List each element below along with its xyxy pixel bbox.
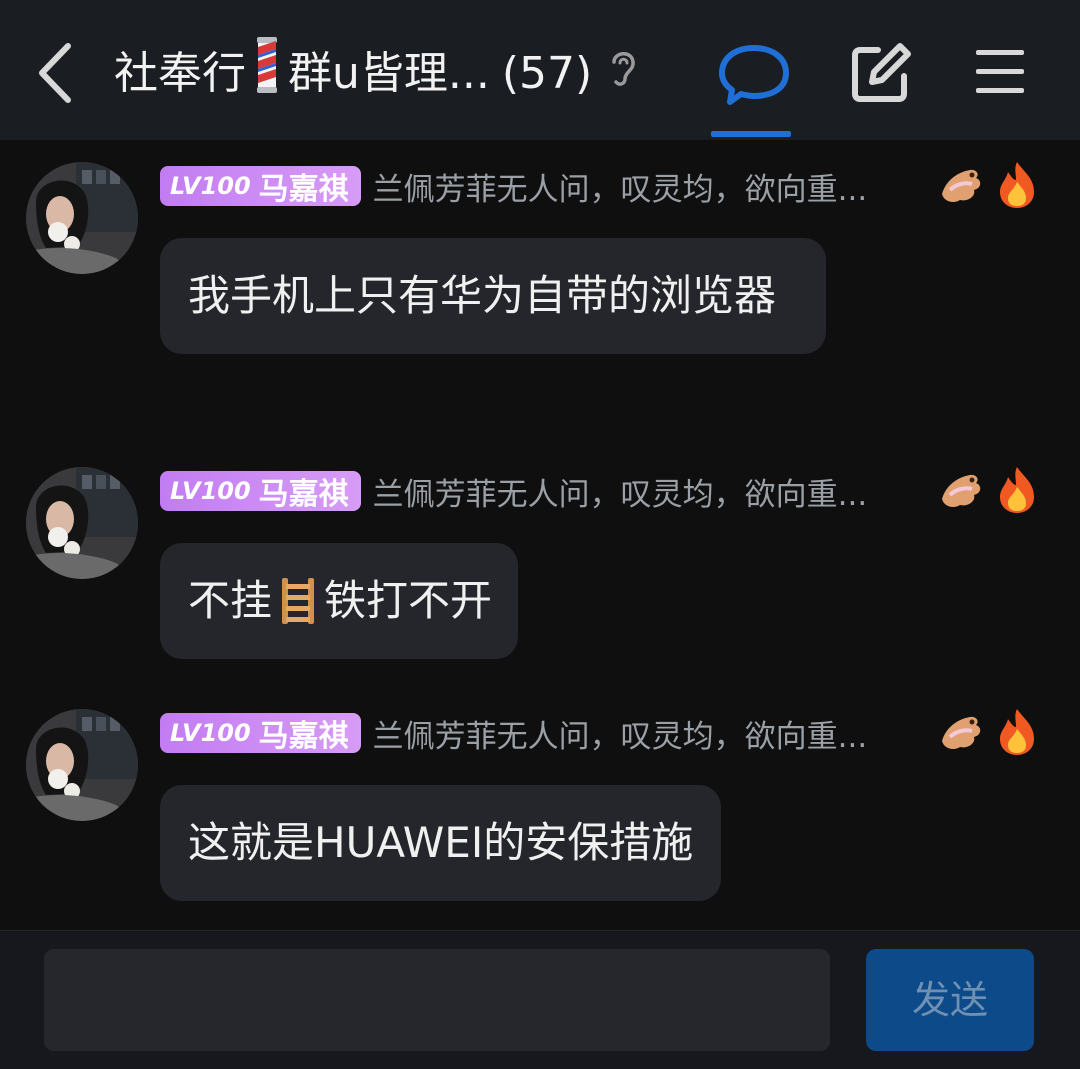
message-bubble[interactable]: 我手机上只有华为自带的浏览器 <box>160 238 826 354</box>
level-badge[interactable]: LV100 马嘉祺 <box>160 166 361 207</box>
title-suffix: 群u皆理... <box>288 48 490 99</box>
level-badge[interactable]: LV100 马嘉祺 <box>160 713 361 754</box>
sender-signature: 兰佩芳菲无人问，叹灵均，欲向重... <box>372 476 868 513</box>
message-bubble[interactable]: 这就是HUAWEI的安保措施 <box>160 785 722 901</box>
sender-name: 马嘉祺 <box>258 477 349 512</box>
active-tab-indicator <box>711 131 791 137</box>
badge-level: LV100 <box>170 477 251 505</box>
message-text-end: 铁打不开 <box>324 576 493 625</box>
top-bar: 社奉行 群u皆理... (57) <box>0 0 1080 140</box>
sender-info: LV100 马嘉祺 兰佩芳菲无人问，叹灵均，欲向重... <box>160 471 908 513</box>
back-button[interactable] <box>30 38 90 108</box>
chevron-left-icon <box>39 43 71 103</box>
avatar[interactable] <box>26 709 138 821</box>
fire-icon <box>994 160 1040 214</box>
message-text: 我手机上只有华为自带的浏览器 <box>188 271 777 320</box>
message-list[interactable]: LV100 马嘉祺 兰佩芳菲无人问，叹灵均，欲向重... 我手机上只有华为自带的… <box>0 140 1080 930</box>
message-bubble[interactable]: 不挂 铁打不开 <box>160 543 519 659</box>
level-badge[interactable]: LV100 马嘉祺 <box>160 471 361 512</box>
barber-pole-emoji <box>252 37 282 111</box>
message-input[interactable] <box>44 949 830 1051</box>
composer-bar: 发送 <box>0 930 1080 1069</box>
group-title[interactable]: 社奉行 群u皆理... (57) <box>114 37 638 106</box>
dragon-icon <box>936 465 986 519</box>
member-count: (57) <box>501 48 593 99</box>
sender-info: LV100 马嘉祺 兰佩芳菲无人问，叹灵均，欲向重... <box>160 713 908 755</box>
dragon-icon <box>936 160 986 214</box>
send-button[interactable]: 发送 <box>866 949 1034 1051</box>
sender-name: 马嘉祺 <box>258 172 349 207</box>
sender-signature: 兰佩芳菲无人问，叹灵均，欲向重... <box>372 171 868 208</box>
dragon-icon <box>936 707 986 761</box>
edit-icon <box>852 43 911 102</box>
avatar[interactable] <box>26 162 138 274</box>
avatar[interactable] <box>26 467 138 579</box>
ladder-emoji <box>282 578 315 624</box>
badge-level: LV100 <box>170 172 251 200</box>
title-prefix: 社奉行 <box>114 48 246 99</box>
sender-signature: 兰佩芳菲无人问，叹灵均，欲向重... <box>372 718 868 755</box>
menu-icon <box>976 50 1024 93</box>
message-text: 这就是HUAWEI的安保措施 <box>188 818 694 867</box>
sender-name: 马嘉祺 <box>258 719 349 754</box>
sender-info: LV100 马嘉祺 兰佩芳菲无人问，叹灵均，欲向重... <box>160 166 908 208</box>
badge-level: LV100 <box>170 719 251 747</box>
fire-icon <box>994 707 1040 761</box>
fire-icon <box>994 465 1040 519</box>
ear-icon[interactable] <box>608 42 638 106</box>
edit-button[interactable] <box>848 40 914 106</box>
chat-bubble-icon <box>719 45 789 105</box>
menu-button[interactable] <box>972 44 1032 100</box>
message-text-start: 不挂 <box>188 576 273 625</box>
chat-tab-button[interactable] <box>716 40 792 110</box>
